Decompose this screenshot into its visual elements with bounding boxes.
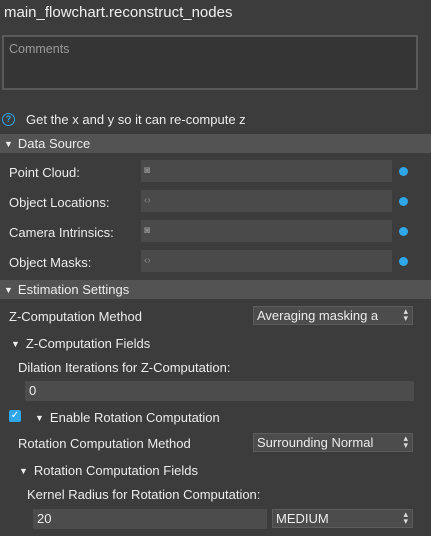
kernel-radius-value: 20 bbox=[37, 511, 52, 526]
z-method-dropdown[interactable]: Averaging masking a ▴ ▾ bbox=[253, 306, 413, 325]
kernel-size-value: MEDIUM bbox=[276, 511, 329, 526]
description-text: Get the x and y so it can re-compute z bbox=[26, 111, 246, 127]
expand-triangle-icon: ▼ bbox=[35, 412, 44, 423]
enable-rotation-title: Enable Rotation Computation bbox=[49, 410, 220, 425]
rotation-method-dropdown[interactable]: Surrounding Normal ▴ ▾ bbox=[253, 433, 413, 452]
code-brackets-icon: ‹› bbox=[144, 255, 151, 266]
dropdown-arrows-icon: ▴ ▾ bbox=[403, 509, 408, 526]
kernel-radius-input[interactable]: 20 bbox=[33, 509, 267, 529]
section-data-source[interactable]: ▼ Data Source bbox=[0, 134, 431, 153]
rotation-fields-header[interactable]: ▼ Rotation Computation Fields bbox=[19, 463, 198, 478]
kernel-radius-label: Kernel Radius for Rotation Computation: bbox=[27, 487, 261, 502]
object-masks-label: Object Masks: bbox=[9, 255, 92, 270]
camera-intrinsics-port[interactable] bbox=[399, 227, 408, 236]
section-title: Data Source bbox=[17, 136, 91, 151]
point-cloud-port[interactable] bbox=[399, 167, 408, 176]
object-locations-label: Object Locations: bbox=[9, 195, 110, 210]
expand-triangle-icon: ▼ bbox=[11, 338, 20, 349]
comments-field[interactable]: Comments bbox=[2, 35, 418, 90]
camera-icon: ◙ bbox=[144, 225, 151, 236]
expand-triangle-icon: ▼ bbox=[4, 284, 13, 295]
dilation-value: 0 bbox=[29, 383, 37, 398]
rotation-method-label: Rotation Computation Method bbox=[18, 436, 191, 451]
z-fields-header[interactable]: ▼ Z-Computation Fields bbox=[11, 336, 150, 351]
enable-rotation-header[interactable]: ▼ Enable Rotation Computation bbox=[35, 410, 220, 425]
object-locations-input-slot[interactable]: ‹› bbox=[141, 190, 392, 212]
z-fields-title: Z-Computation Fields bbox=[25, 336, 151, 351]
point-cloud-input-slot[interactable]: ◙ bbox=[141, 160, 392, 182]
dilation-label: Dilation Iterations for Z-Computation: bbox=[18, 360, 231, 375]
dropdown-arrows-icon: ▴ ▾ bbox=[403, 433, 408, 450]
comments-placeholder: Comments bbox=[9, 42, 70, 56]
camera-intrinsics-input-slot[interactable]: ◙ bbox=[141, 220, 392, 242]
dropdown-arrows-icon: ▴ ▾ bbox=[403, 306, 408, 323]
camera-icon: ◙ bbox=[144, 165, 151, 176]
node-title: main_flowchart.reconstruct_nodes bbox=[4, 4, 233, 21]
rotation-method-value: Surrounding Normal bbox=[257, 435, 374, 450]
help-icon[interactable]: ? bbox=[2, 112, 15, 126]
object-locations-port[interactable] bbox=[399, 197, 408, 206]
code-brackets-icon: ‹› bbox=[144, 195, 151, 206]
dilation-input[interactable]: 0 bbox=[25, 381, 414, 401]
object-masks-input-slot[interactable]: ‹› bbox=[141, 250, 392, 272]
section-title: Estimation Settings bbox=[17, 282, 130, 297]
rotation-fields-title: Rotation Computation Fields bbox=[33, 463, 198, 478]
expand-triangle-icon: ▼ bbox=[4, 138, 13, 149]
section-estimation-settings[interactable]: ▼ Estimation Settings bbox=[0, 280, 431, 299]
expand-triangle-icon: ▼ bbox=[19, 465, 28, 476]
enable-rotation-checkbox[interactable]: ✓ bbox=[9, 410, 21, 422]
object-masks-port[interactable] bbox=[399, 257, 408, 266]
camera-intrinsics-label: Camera Intrinsics: bbox=[9, 225, 114, 240]
z-method-label: Z-Computation Method bbox=[9, 309, 142, 324]
point-cloud-label: Point Cloud: bbox=[9, 165, 80, 180]
node-description: ? Get the x and y so it can re-compute z bbox=[0, 110, 246, 128]
z-method-value: Averaging masking a bbox=[257, 308, 379, 323]
kernel-size-dropdown[interactable]: MEDIUM ▴ ▾ bbox=[272, 509, 413, 528]
